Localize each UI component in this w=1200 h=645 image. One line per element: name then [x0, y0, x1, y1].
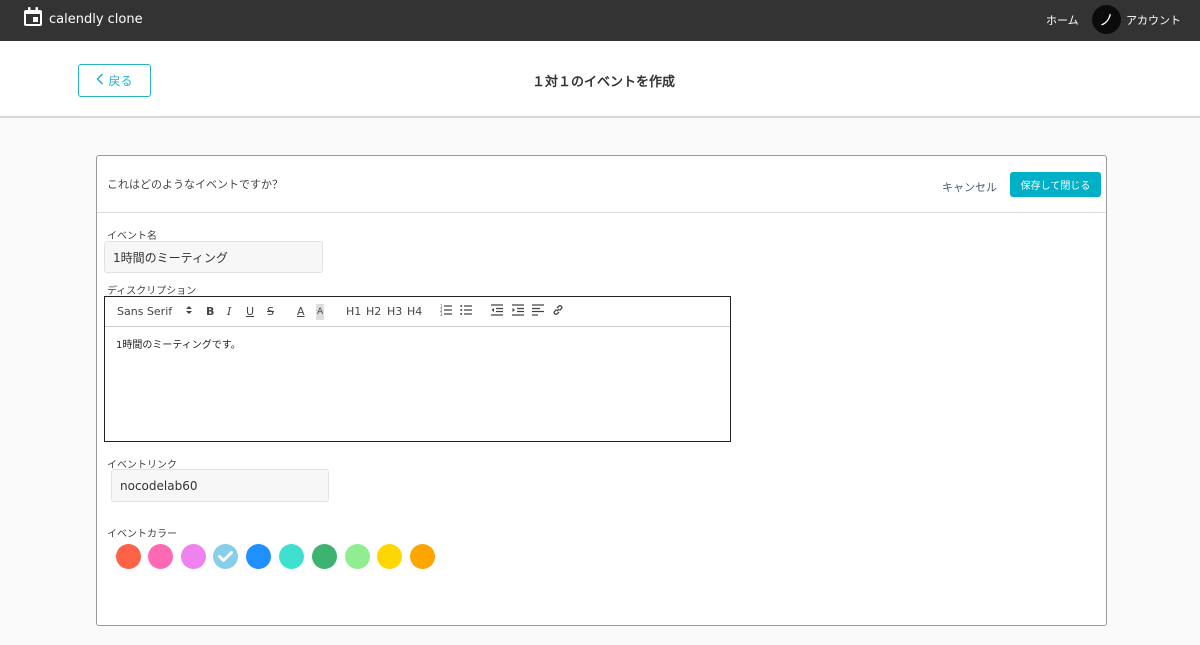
check-icon: [213, 544, 238, 569]
avatar[interactable]: ノ: [1092, 5, 1121, 34]
brand-name: calendly clone: [49, 11, 143, 27]
bold-button[interactable]: B: [206, 304, 214, 320]
editor-toolbar: Sans Serif B I U S A A H1 H2 H3 H4 123: [105, 297, 730, 327]
underline-button[interactable]: U: [246, 304, 254, 320]
description-label: ディスクリプション: [107, 286, 197, 297]
event-link-input[interactable]: nocodelab60: [111, 469, 329, 502]
color-swatch-lightskyblue[interactable]: [213, 544, 238, 569]
calendar-icon: [23, 7, 43, 31]
background-color-button[interactable]: A: [316, 304, 325, 320]
description-editor[interactable]: Sans Serif B I U S A A H1 H2 H3 H4 123 1…: [104, 296, 731, 442]
strike-button[interactable]: S: [267, 304, 274, 320]
select-arrows-icon: [185, 305, 192, 318]
color-swatch-dodgerblue[interactable]: [246, 544, 271, 569]
brand[interactable]: calendly clone: [23, 7, 143, 31]
save-and-close-button[interactable]: 保存して閉じる: [1010, 172, 1101, 197]
h1-button[interactable]: H1: [346, 304, 361, 320]
color-swatch-lightgreen[interactable]: [345, 544, 370, 569]
page-header: 戻る １対１のイベントを作成: [0, 41, 1200, 118]
svg-text:3: 3: [440, 312, 443, 316]
italic-button[interactable]: I: [227, 304, 231, 320]
h2-button[interactable]: H2: [366, 304, 381, 320]
bullet-list-icon[interactable]: [460, 304, 472, 320]
description-text: 1時間のミーティングです。: [116, 340, 241, 351]
h4-button[interactable]: H4: [407, 304, 422, 320]
event-form-card: これはどのようなイベントですか？ キャンセル 保存して閉じる イベント名 1時間…: [96, 155, 1107, 626]
event-name-input[interactable]: 1時間のミーティング: [104, 241, 323, 273]
color-swatch-mediumseagreen[interactable]: [312, 544, 337, 569]
color-swatch-turquoise[interactable]: [279, 544, 304, 569]
card-question: これはどのようなイベントですか？: [107, 178, 283, 191]
event-name-label: イベント名: [107, 231, 157, 242]
color-swatch-orange[interactable]: [410, 544, 435, 569]
home-link[interactable]: ホーム: [1046, 12, 1079, 28]
account-link[interactable]: アカウント: [1126, 12, 1181, 28]
outdent-icon[interactable]: [491, 304, 503, 320]
app-bar: calendly clone ホーム ノ アカウント: [0, 0, 1200, 41]
color-swatch-tomato[interactable]: [116, 544, 141, 569]
event-color-label: イベントカラー: [107, 529, 177, 540]
color-swatch-gold[interactable]: [377, 544, 402, 569]
indent-icon[interactable]: [512, 304, 524, 320]
h3-button[interactable]: H3: [387, 304, 402, 320]
font-select[interactable]: Sans Serif: [117, 304, 192, 320]
cancel-button[interactable]: キャンセル: [942, 179, 997, 195]
color-swatch-violet[interactable]: [181, 544, 206, 569]
ordered-list-icon[interactable]: 123: [440, 304, 452, 320]
page-title: １対１のイベントを作成: [531, 75, 675, 90]
link-icon[interactable]: [552, 304, 564, 320]
font-color-button[interactable]: A: [297, 304, 305, 320]
color-swatch-hotpink[interactable]: [148, 544, 173, 569]
card-header: これはどのようなイベントですか？ キャンセル 保存して閉じる: [97, 156, 1106, 213]
align-icon[interactable]: [532, 304, 544, 320]
